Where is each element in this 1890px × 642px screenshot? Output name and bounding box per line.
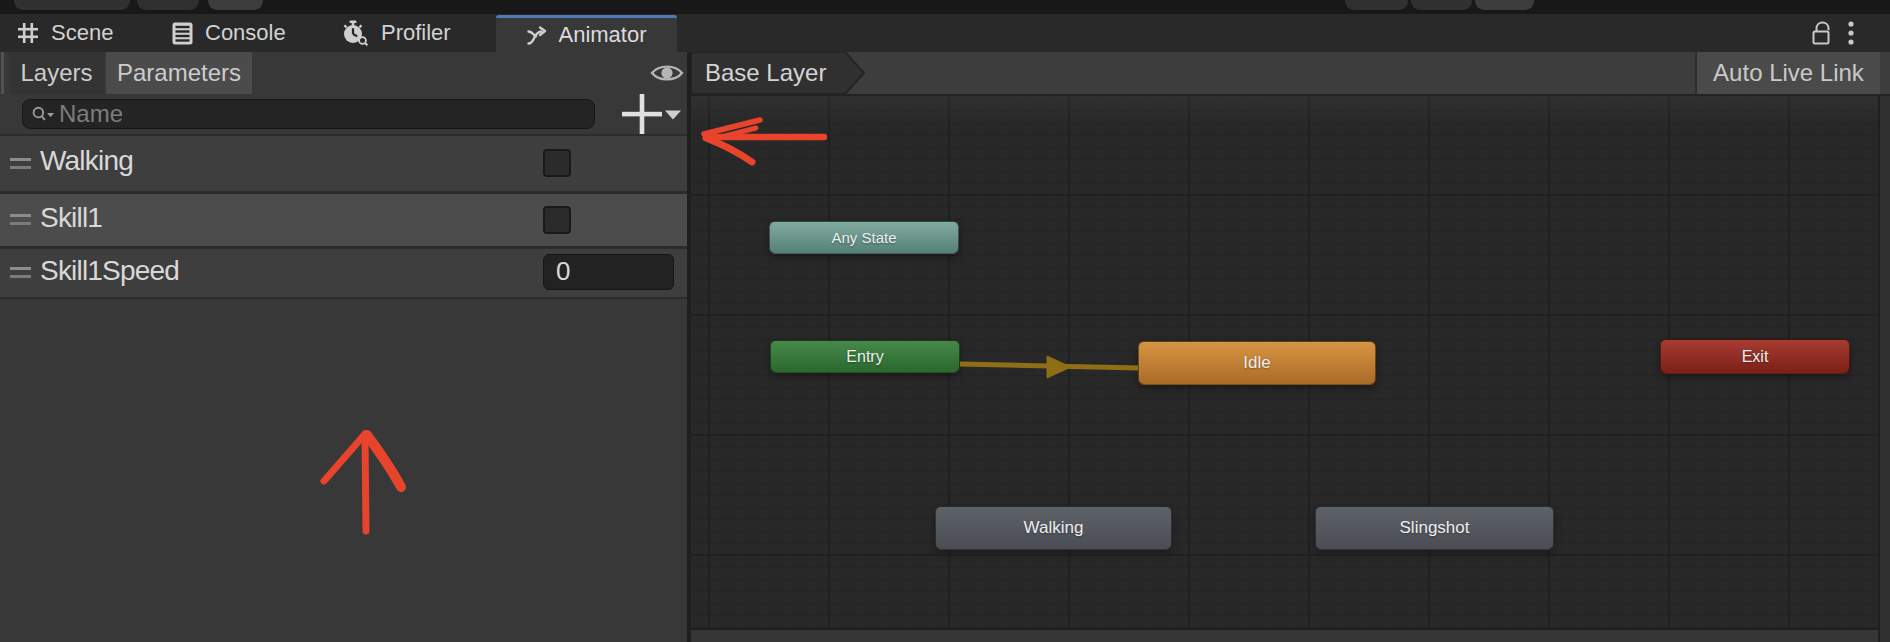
profiler-stopwatch-icon [341, 20, 369, 46]
parameter-row-skill1speed[interactable]: Skill1Speed [0, 249, 687, 297]
kebab-menu-icon[interactable] [1847, 20, 1855, 46]
parameter-value-field[interactable] [543, 254, 674, 290]
button-label: Auto Live Link [1713, 59, 1864, 87]
horizontal-scrollbar-track[interactable] [691, 628, 1890, 642]
console-icon [172, 22, 193, 45]
add-parameter-button[interactable] [616, 92, 686, 136]
parameter-name: Walking [40, 145, 133, 177]
tab-profiler[interactable]: Profiler [341, 14, 451, 52]
tab-label: Profiler [381, 20, 451, 46]
state-node-idle[interactable]: Idle [1138, 341, 1376, 385]
search-input[interactable] [59, 100, 539, 128]
toolbar-remnant-button [137, 0, 199, 10]
drag-handle-icon[interactable] [10, 158, 31, 169]
toolbar-remnant-button [1345, 0, 1408, 10]
tab-label: Console [205, 20, 286, 46]
tab-label: Parameters [117, 59, 241, 87]
state-node-label: Entry [846, 348, 883, 366]
tab-parameters[interactable]: Parameters [106, 52, 252, 94]
state-machine-canvas[interactable]: Any State Entry Idle Exit Walking Slingshot [691, 96, 1890, 628]
parameter-name: Skill1Speed [40, 255, 179, 287]
tab-label: Animator [558, 22, 646, 48]
parameter-row-skill1[interactable]: Skill1 [0, 194, 687, 246]
state-node-exit[interactable]: Exit [1660, 339, 1850, 374]
state-node-slingshot[interactable]: Slingshot [1315, 506, 1554, 550]
unlock-icon[interactable] [1812, 21, 1832, 45]
tab-console[interactable]: Console [172, 14, 286, 52]
tab-label: Layers [20, 59, 92, 87]
vertical-scrollbar-track[interactable] [1878, 96, 1890, 642]
parameter-checkbox[interactable] [543, 206, 571, 234]
search-icon [31, 105, 55, 123]
down-caret-icon [665, 111, 681, 120]
state-node-label: Slingshot [1400, 518, 1470, 538]
scene-grid-icon [17, 22, 39, 44]
state-node-label: Walking [1024, 518, 1084, 538]
tab-layers[interactable]: Layers [9, 52, 104, 94]
animator-icon [526, 24, 550, 46]
panel-resize-notch [1, 52, 4, 94]
tab-scene[interactable]: Scene [17, 14, 113, 52]
state-node-any-state[interactable]: Any State [769, 221, 959, 254]
toolbar-remnant-button [14, 0, 130, 10]
drag-handle-icon[interactable] [10, 267, 31, 278]
tab-label: Scene [51, 20, 113, 46]
auto-live-link-button[interactable]: Auto Live Link [1697, 52, 1880, 94]
row-separator [0, 297, 687, 299]
tab-animator[interactable]: Animator [496, 15, 677, 52]
parameter-search-field[interactable] [22, 99, 595, 129]
state-node-entry[interactable]: Entry [770, 340, 960, 373]
parameter-name: Skill1 [40, 202, 102, 234]
eye-icon[interactable] [649, 61, 685, 85]
state-node-label: Exit [1742, 348, 1769, 366]
toolbar-remnant-button [1475, 0, 1534, 10]
window-tab-bar: Scene Console [0, 14, 1890, 52]
drag-handle-icon[interactable] [10, 214, 31, 225]
parameter-checkbox[interactable] [543, 149, 571, 177]
parameter-row-walking[interactable]: Walking [0, 136, 687, 191]
plus-icon [622, 94, 662, 134]
state-node-label: Any State [831, 229, 896, 246]
state-node-label: Idle [1243, 353, 1270, 373]
toolbar-remnant-button [1411, 0, 1472, 10]
state-node-walking[interactable]: Walking [935, 506, 1172, 550]
breadcrumb-label[interactable]: Base Layer [705, 52, 826, 94]
toolbar-remnant-button [208, 0, 263, 10]
node-layer: Any State Entry Idle Exit Walking Slingshot [691, 96, 1890, 628]
top-toolbar-strip [0, 0, 1890, 14]
